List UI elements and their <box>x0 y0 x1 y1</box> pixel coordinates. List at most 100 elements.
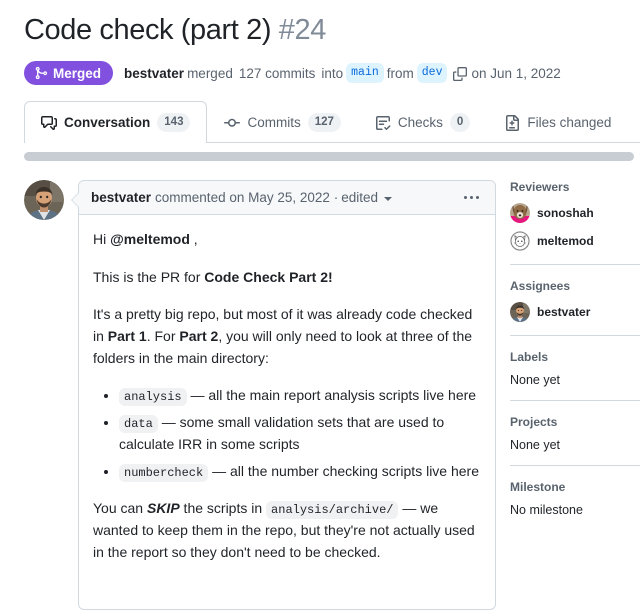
comment-intro: This is the PR for Code Check Part 2! <box>93 267 481 289</box>
comment-action: commented on <box>155 190 245 205</box>
greeting-prefix: Hi <box>93 231 111 247</box>
sidebar-section-assignees: Assignees bestvater <box>510 264 640 335</box>
list-item: data — some small validation sets that a… <box>119 412 481 455</box>
tab-files-changed-label: Files changed <box>527 115 612 131</box>
list-item-text: — all the number checking scripts live h… <box>208 462 480 479</box>
comment-box: bestvater commented on May 25, 2022 · ed… <box>71 180 496 610</box>
tab-checks[interactable]: Checks 0 <box>358 101 487 143</box>
page-body: bestvater commented on May 25, 2022 · ed… <box>0 170 640 610</box>
intro-bold: Code Check Part 2! <box>204 268 333 285</box>
merge-action: merged <box>187 65 233 81</box>
projects-title[interactable]: Projects <box>510 415 640 429</box>
sonoshah-avatar <box>510 203 530 223</box>
into-word: into <box>321 65 344 81</box>
page-title: Code check (part 2) #24 <box>24 12 640 48</box>
para2-bold-part1: Part 1 <box>107 328 147 345</box>
tab-conversation[interactable]: Conversation 143 <box>24 101 208 145</box>
tab-files-changed[interactable]: Files changed <box>487 101 628 143</box>
para2-bold-part2: Part 2 <box>179 328 219 345</box>
folder-list: analysis — all the main report analysis … <box>93 385 481 482</box>
milestone-title[interactable]: Milestone <box>510 480 640 494</box>
list-item: numbercheck — all the number checking sc… <box>119 461 481 483</box>
sidebar-section-milestone: Milestone No milestone <box>510 465 640 530</box>
mention-link[interactable]: @meltemod <box>110 231 190 247</box>
para2-part-c: . For <box>146 328 180 345</box>
inline-code: data <box>119 415 158 434</box>
status-badge-label: Merged <box>53 65 102 81</box>
tab-conversation-label: Conversation <box>64 115 151 131</box>
labels-value: None yet <box>510 373 561 387</box>
comment-edited-label[interactable]: edited <box>341 190 378 205</box>
list-item: analysis — all the main report analysis … <box>119 385 481 407</box>
git-merge-icon <box>34 66 48 80</box>
kebab-menu-icon[interactable] <box>460 196 483 199</box>
comment-body: Hi @meltemod , This is the PR for Code C… <box>79 215 495 577</box>
assignee-name: bestvater <box>537 305 591 319</box>
tab-checks-count: 0 <box>449 113 471 133</box>
comment-skip-paragraph: You can SKIP the scripts in analysis/arc… <box>93 498 481 563</box>
labels-title[interactable]: Labels <box>510 350 640 364</box>
tab-checks-label: Checks <box>397 115 443 131</box>
checklist-icon <box>375 115 391 131</box>
status-badge: Merged <box>24 61 114 86</box>
tab-commits-label: Commits <box>247 115 301 131</box>
pr-header: Code check (part 2) #24 Merged bestvater… <box>0 0 640 86</box>
chevron-down-icon[interactable] <box>384 196 392 201</box>
tab-bar: Conversation 143 Commits 127 Checks 0 Fi… <box>0 101 640 145</box>
intro-prefix: This is the PR for <box>93 268 205 285</box>
pr-number: #24 <box>278 14 327 46</box>
inline-code: analysis <box>119 388 187 407</box>
comment-discussion-icon <box>41 115 57 131</box>
reviewer-name: meltemod <box>537 234 594 248</box>
pr-title-text: Code check (part 2) <box>24 14 272 46</box>
commit-count: 127 commits <box>238 65 316 81</box>
sidebar: Reviewers sonoshah meltemod Assignees be… <box>496 170 640 610</box>
from-word: from <box>386 65 414 81</box>
comment-greeting: Hi @meltemod , <box>93 229 481 251</box>
sidebar-section-reviewers: Reviewers sonoshah meltemod <box>510 180 640 264</box>
comment-date[interactable]: May 25, 2022 <box>248 190 330 205</box>
horizontal-scrollbar[interactable] <box>24 152 634 161</box>
reviewer-meltemod[interactable]: meltemod <box>510 231 640 251</box>
pr-meta: Merged bestvater merged 127 commits into… <box>24 61 640 86</box>
tab-list: Conversation 143 Commits 127 Checks 0 Fi… <box>24 101 640 145</box>
pull-request-page: Code check (part 2) #24 Merged bestvater… <box>0 0 640 610</box>
comment-author[interactable]: bestvater <box>91 190 151 205</box>
copy-icon[interactable] <box>453 66 468 84</box>
greeting-suffix: , <box>189 231 198 247</box>
scrollbar-thumb[interactable] <box>24 152 634 161</box>
bestvater-avatar <box>510 302 530 322</box>
assignee-bestvater[interactable]: bestvater <box>510 302 640 322</box>
assignees-title[interactable]: Assignees <box>510 279 640 293</box>
tab-conversation-count: 143 <box>157 113 191 133</box>
comment-thread-item: bestvater commented on May 25, 2022 · ed… <box>24 180 496 610</box>
avatar[interactable] <box>24 180 64 220</box>
base-branch-chip[interactable]: main <box>346 63 384 84</box>
list-item-text: — some small validation sets that are us… <box>119 414 445 452</box>
comment-header: bestvater commented on May 25, 2022 · ed… <box>79 181 495 215</box>
reviewer-sonoshah[interactable]: sonoshah <box>510 203 640 223</box>
inline-code: analysis/archive/ <box>266 501 399 520</box>
file-diff-icon <box>504 114 520 131</box>
list-item-text: — all the main report analysis scripts l… <box>186 387 477 404</box>
git-commit-icon <box>224 115 241 131</box>
sidebar-section-projects: Projects None yet <box>510 400 640 465</box>
meltemod-avatar <box>510 231 530 251</box>
sidebar-section-labels: Labels None yet <box>510 335 640 400</box>
merge-author[interactable]: bestvater <box>124 66 184 81</box>
merge-date: on Jun 1, 2022 <box>471 65 561 81</box>
reviewers-title[interactable]: Reviewers <box>510 180 640 194</box>
projects-value: None yet <box>510 438 561 452</box>
comment-separator: · <box>333 190 339 205</box>
inline-code: numbercheck <box>119 463 209 482</box>
milestone-value: No milestone <box>510 503 583 517</box>
tab-commits-count: 127 <box>307 113 341 133</box>
conversation-column: bestvater commented on May 25, 2022 · ed… <box>0 170 496 610</box>
skip-part-a: You can <box>93 500 147 517</box>
head-branch-chip[interactable]: dev <box>416 63 448 84</box>
skip-emphasis: SKIP <box>146 500 180 517</box>
reviewer-name: sonoshah <box>537 206 594 220</box>
tab-commits[interactable]: Commits 127 <box>207 101 357 143</box>
skip-part-b: the scripts in <box>179 500 267 517</box>
comment-paragraph-2: It's a pretty big repo, but most of it w… <box>93 304 481 369</box>
